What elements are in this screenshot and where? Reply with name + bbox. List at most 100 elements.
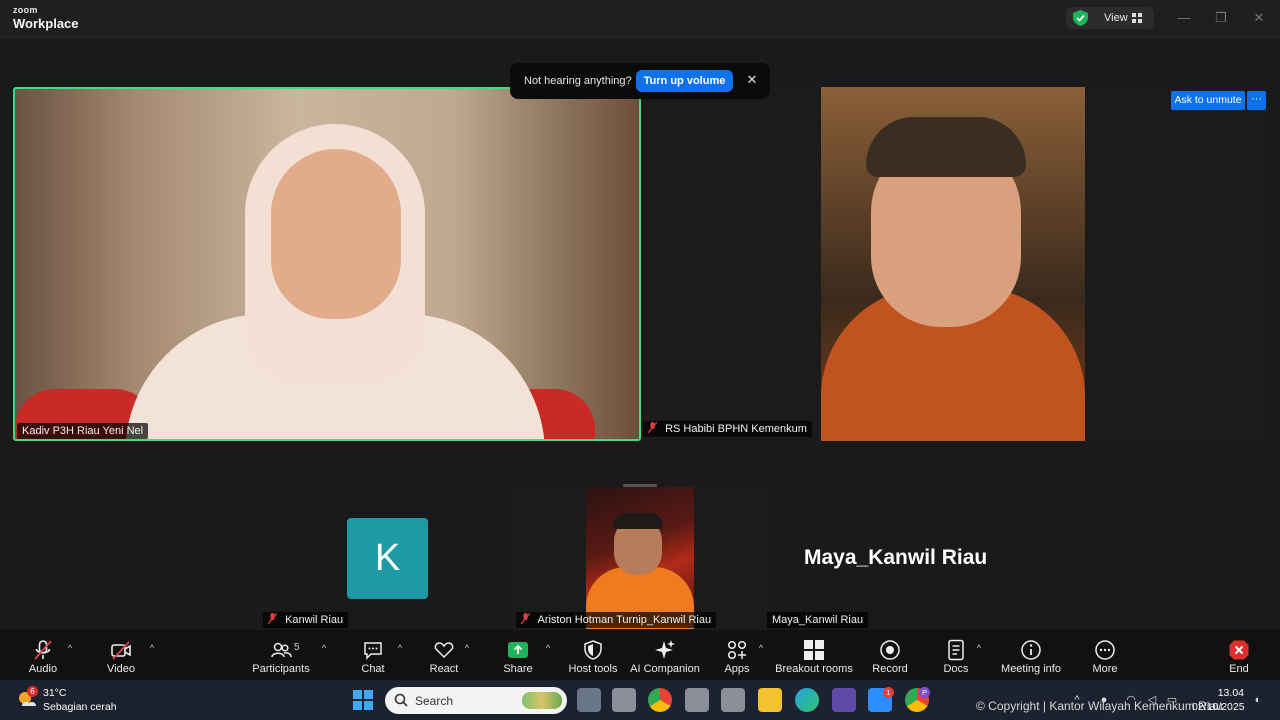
apps-button[interactable]: Apps — [718, 630, 756, 680]
video-tile-active-speaker[interactable]: Kadiv P3H Riau Yeni Nel — [13, 87, 641, 441]
participants-label: Participants — [252, 663, 310, 675]
record-button[interactable]: Record — [868, 630, 912, 680]
zoom-logo: zoom Workplace — [13, 5, 79, 31]
meeting-info-button[interactable]: Meeting info — [998, 630, 1064, 680]
heart-icon — [434, 642, 454, 659]
meeting-info-label: Meeting info — [1001, 663, 1061, 675]
audio-button[interactable]: Audio — [21, 630, 65, 680]
muted-mic-icon — [521, 613, 530, 624]
minimize-button[interactable]: — — [1173, 8, 1195, 28]
search-icon — [394, 693, 408, 707]
maximize-button[interactable]: ❐ — [1210, 8, 1232, 28]
muted-mic-icon — [648, 422, 657, 433]
docs-options-caret[interactable]: ^ — [974, 643, 984, 653]
react-options-caret[interactable]: ^ — [462, 643, 472, 653]
participant-video-feed — [586, 487, 694, 629]
clock-time[interactable]: 13.04 — [1192, 687, 1244, 699]
participants-button[interactable]: 5 Participants — [250, 630, 312, 680]
host-tools-label: Host tools — [568, 663, 618, 675]
turn-up-volume-button[interactable]: Turn up volume — [636, 70, 733, 92]
video-tile-participant[interactable]: RS Habibi BPHN Kemenkum — [641, 87, 1267, 441]
grid-view-icon — [1132, 13, 1142, 23]
host-tools-button[interactable]: Host tools — [565, 630, 621, 680]
view-label: View — [1104, 12, 1128, 24]
participant-display-name[interactable]: Maya_Kanwil Riau — [804, 546, 987, 570]
chrome-profile-badge: P — [919, 687, 930, 698]
share-screen-icon — [508, 642, 528, 658]
chat-icon — [364, 642, 382, 660]
more-button[interactable]: More — [1085, 630, 1125, 680]
video-off-icon — [111, 641, 131, 660]
tile-more-options-button[interactable]: ··· — [1247, 91, 1266, 110]
info-icon — [1021, 640, 1041, 660]
toast-close-button[interactable]: ✕ — [744, 72, 760, 88]
chat-label: Chat — [361, 663, 385, 675]
chrome-icon[interactable] — [648, 688, 672, 712]
meeting-toolbar: Audio ^ Video ^ 5 Participants ^ Chat ^ … — [0, 630, 1280, 680]
participant-name-label: Kadiv P3H Riau Yeni Nel — [17, 423, 149, 439]
avatar-tile[interactable]: K — [347, 518, 428, 599]
video-button[interactable]: Video — [99, 630, 143, 680]
more-label: More — [1092, 663, 1118, 675]
end-icon — [1229, 640, 1249, 660]
slack-icon[interactable] — [832, 688, 856, 712]
record-icon — [880, 640, 900, 660]
participant-video-feed — [821, 87, 1085, 441]
record-label: Record — [872, 663, 908, 675]
temperature: 31°C — [43, 687, 67, 699]
participant-name-label: Ariston Hotman Turnip_Kanwil Riau — [537, 614, 712, 626]
video-options-caret[interactable]: ^ — [147, 643, 157, 653]
muted-mic-icon — [268, 613, 277, 624]
end-label: End — [1229, 663, 1249, 675]
search-highlight-art — [522, 692, 562, 709]
muted-mic-icon — [34, 640, 52, 660]
docs-button[interactable]: Docs — [936, 630, 976, 680]
ask-to-unmute-button[interactable]: Ask to unmute — [1171, 91, 1245, 110]
react-button[interactable]: React — [423, 630, 465, 680]
share-options-caret[interactable]: ^ — [543, 643, 553, 653]
taskbar-app-icon[interactable] — [685, 688, 709, 712]
task-view-icon[interactable] — [577, 688, 601, 712]
zoom-meeting-window: zoom Workplace View — ❐ ✕ Kadiv P3H Riau… — [0, 0, 1280, 720]
close-window-button[interactable]: ✕ — [1248, 8, 1270, 28]
participants-count: 5 — [294, 642, 300, 653]
share-button[interactable]: Share — [497, 630, 539, 680]
zoom-notification-badge: 1 — [883, 687, 894, 698]
participant-name-chip: Ariston Hotman Turnip_Kanwil Riau — [516, 612, 717, 628]
weather-badge: 6 — [27, 686, 38, 697]
file-explorer-icon[interactable] — [758, 688, 782, 712]
apps-options-caret[interactable]: ^ — [756, 643, 766, 653]
taskbar-app-icon[interactable] — [721, 688, 745, 712]
document-icon — [948, 639, 964, 661]
participant-name-label: RS Habibi BPHN Kemenkum — [665, 423, 807, 435]
taskbar-app-icon[interactable] — [612, 688, 636, 712]
video-participant-hair — [866, 117, 1026, 177]
breakout-rooms-label: Breakout rooms — [775, 663, 853, 675]
clock-date[interactable]: 02/10/2025 — [1192, 701, 1245, 713]
view-button[interactable]: View — [1066, 7, 1154, 29]
taskbar-search[interactable]: Search — [385, 687, 567, 714]
brand-top: zoom — [13, 5, 38, 15]
weather-condition: Sebagian cerah — [43, 701, 117, 713]
video-tile-participant[interactable] — [513, 487, 767, 629]
sparkle-icon — [655, 640, 675, 659]
audio-options-caret[interactable]: ^ — [65, 643, 75, 653]
chat-options-caret[interactable]: ^ — [395, 643, 405, 653]
ai-companion-button[interactable]: AI Companion — [630, 630, 700, 680]
audio-notification-toast: Not hearing anything? Turn up volume ✕ — [510, 63, 770, 99]
apps-label: Apps — [724, 663, 750, 675]
participant-name-chip: Kanwil Riau — [263, 612, 349, 628]
participants-options-caret[interactable]: ^ — [319, 643, 329, 653]
brand-bottom: Workplace — [13, 16, 79, 31]
start-button[interactable] — [353, 690, 373, 710]
participant-name-chip: RS Habibi BPHN Kemenkum — [643, 421, 812, 437]
os-taskbar: 6 31°C Sebagian cerah Search 1 P ^ ● ◠ ◁… — [0, 680, 1280, 720]
shield-check-icon — [1073, 10, 1088, 26]
notifications-icon[interactable]: ◐ — [1251, 693, 1265, 707]
participant-name-label: Maya_Kanwil Riau — [767, 612, 869, 628]
breakout-rooms-button[interactable]: Breakout rooms — [774, 630, 854, 680]
edge-icon[interactable] — [795, 688, 819, 712]
end-meeting-button[interactable]: End — [1220, 630, 1258, 680]
ai-companion-label: AI Companion — [630, 663, 700, 675]
chat-button[interactable]: Chat — [352, 630, 394, 680]
